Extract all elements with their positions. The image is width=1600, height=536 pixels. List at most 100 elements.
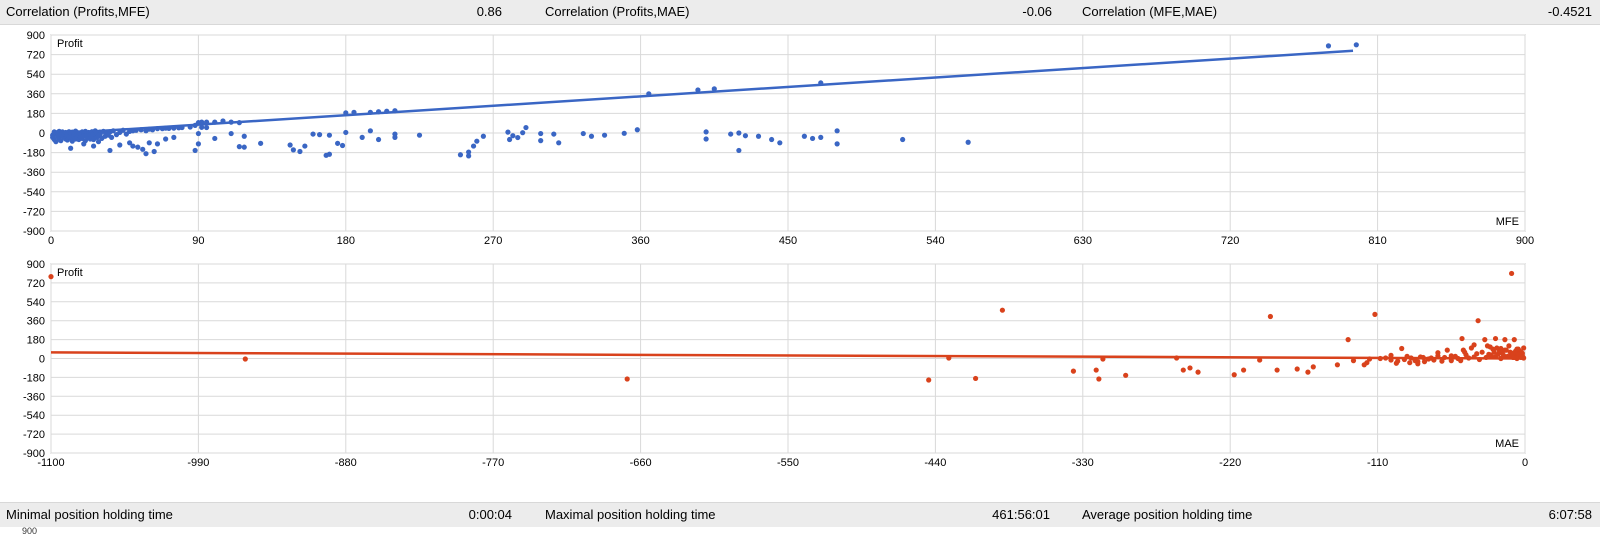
profit-vs-mae-chart: -1100 -990 -880 -770 -660 -550 -440 -330 -220 -11… [0,258,1600,501]
data-point [290,147,296,153]
data-point [703,129,709,135]
y-tick-label: 180 [27,335,45,347]
data-point [1364,360,1370,366]
x-tick-label: -770 [482,457,504,469]
data-point [151,148,157,155]
data-point [834,141,840,147]
data-point [146,140,152,146]
data-point [1462,349,1468,355]
data-point [367,109,373,115]
data-point [171,134,177,140]
y-tick-label: 540 [27,69,45,81]
data-point [470,143,477,149]
y-tick-label: -540 [23,410,45,422]
data-point [212,135,218,142]
data-point [538,130,544,137]
data-point [326,132,333,138]
data-point [228,119,234,125]
x-axis-label: MAE [1495,438,1519,450]
profit-vs-mae-plot: -1100 -990 -880 -770 -660 -550 -440 -330 -220 -11… [23,259,1528,469]
y-tick-label: 900 [27,30,45,42]
data-point [241,144,247,150]
data-point [1458,358,1464,364]
data-point [926,377,932,383]
data-point [1420,354,1426,361]
data-point [1471,342,1477,348]
data-point [809,135,816,142]
data-point [367,128,373,134]
data-point [711,86,717,92]
x-tick-label: -660 [630,457,652,469]
data-point [769,136,775,143]
y-tick-label: 180 [27,108,45,120]
data-point [1383,355,1389,361]
data-point [154,141,161,147]
data-point [163,136,169,142]
data-point [241,133,247,139]
stat-value: -0.4521 [1547,4,1592,19]
data-point [1393,360,1399,366]
data-point [143,151,149,157]
data-point [474,138,480,144]
x-axis-label: MFE [1496,216,1519,228]
data-point [1325,43,1332,49]
data-point [1274,367,1280,373]
y-tick-label: 0 [39,354,45,366]
data-point [117,142,123,148]
y-tick-label: 360 [27,89,45,101]
data-point [179,124,185,131]
y-tick-label: 900 [27,259,45,271]
data-point [457,152,464,158]
data-point [1100,356,1106,362]
data-point [1305,369,1311,375]
data-point [556,140,562,146]
y-tick-label: 720 [27,278,45,290]
data-point [755,133,762,139]
stat-label: Minimal position holding time [6,507,173,522]
data-point [416,132,423,138]
x-tick-label: 180 [337,235,355,247]
data-point [999,307,1006,313]
data-point [1180,367,1186,373]
data-point [236,144,242,150]
data-point [1353,42,1359,48]
data-point [351,109,357,115]
x-tick-label: -330 [1072,457,1094,469]
x-tick-label: 450 [779,235,797,247]
data-point [480,133,486,139]
data-point [580,130,586,137]
data-point [1399,345,1405,352]
data-point [1187,365,1193,371]
stat-label: Average position holding time [1082,507,1253,522]
data-point [703,136,709,142]
x-tick-label: -440 [924,457,946,469]
data-point [634,127,640,133]
x-tick-label: 0 [48,235,54,247]
data-point [1241,367,1247,373]
data-point [166,125,172,132]
data-point [1123,372,1129,378]
data-point [1350,358,1357,364]
data-point [339,142,346,149]
data-point [900,136,906,143]
data-point [138,127,144,133]
data-point [624,376,630,382]
stat-label: Maximal position holding time [545,507,716,522]
data-point [1093,367,1099,373]
x-tick-label: 540 [926,235,944,247]
data-point [107,147,113,154]
data-point [1195,369,1201,375]
data-point [316,132,323,138]
data-point [199,124,205,130]
profit-vs-mfe-plot: 0 90 180 270 360 450 540 630 720 810 900 900 720 540 3… [23,30,1534,247]
data-point [601,132,608,138]
data-point [588,133,595,139]
data-point [199,119,205,125]
data-point [1377,355,1383,362]
data-point [1448,353,1454,359]
correlation-stats-bar: Correlation (Profits,MFE) 0.86 Correlati… [0,0,1600,25]
data-point [392,108,398,114]
stat-label: Correlation (Profits,MFE) [6,4,150,19]
data-point [1476,356,1483,363]
data-point [335,140,341,146]
